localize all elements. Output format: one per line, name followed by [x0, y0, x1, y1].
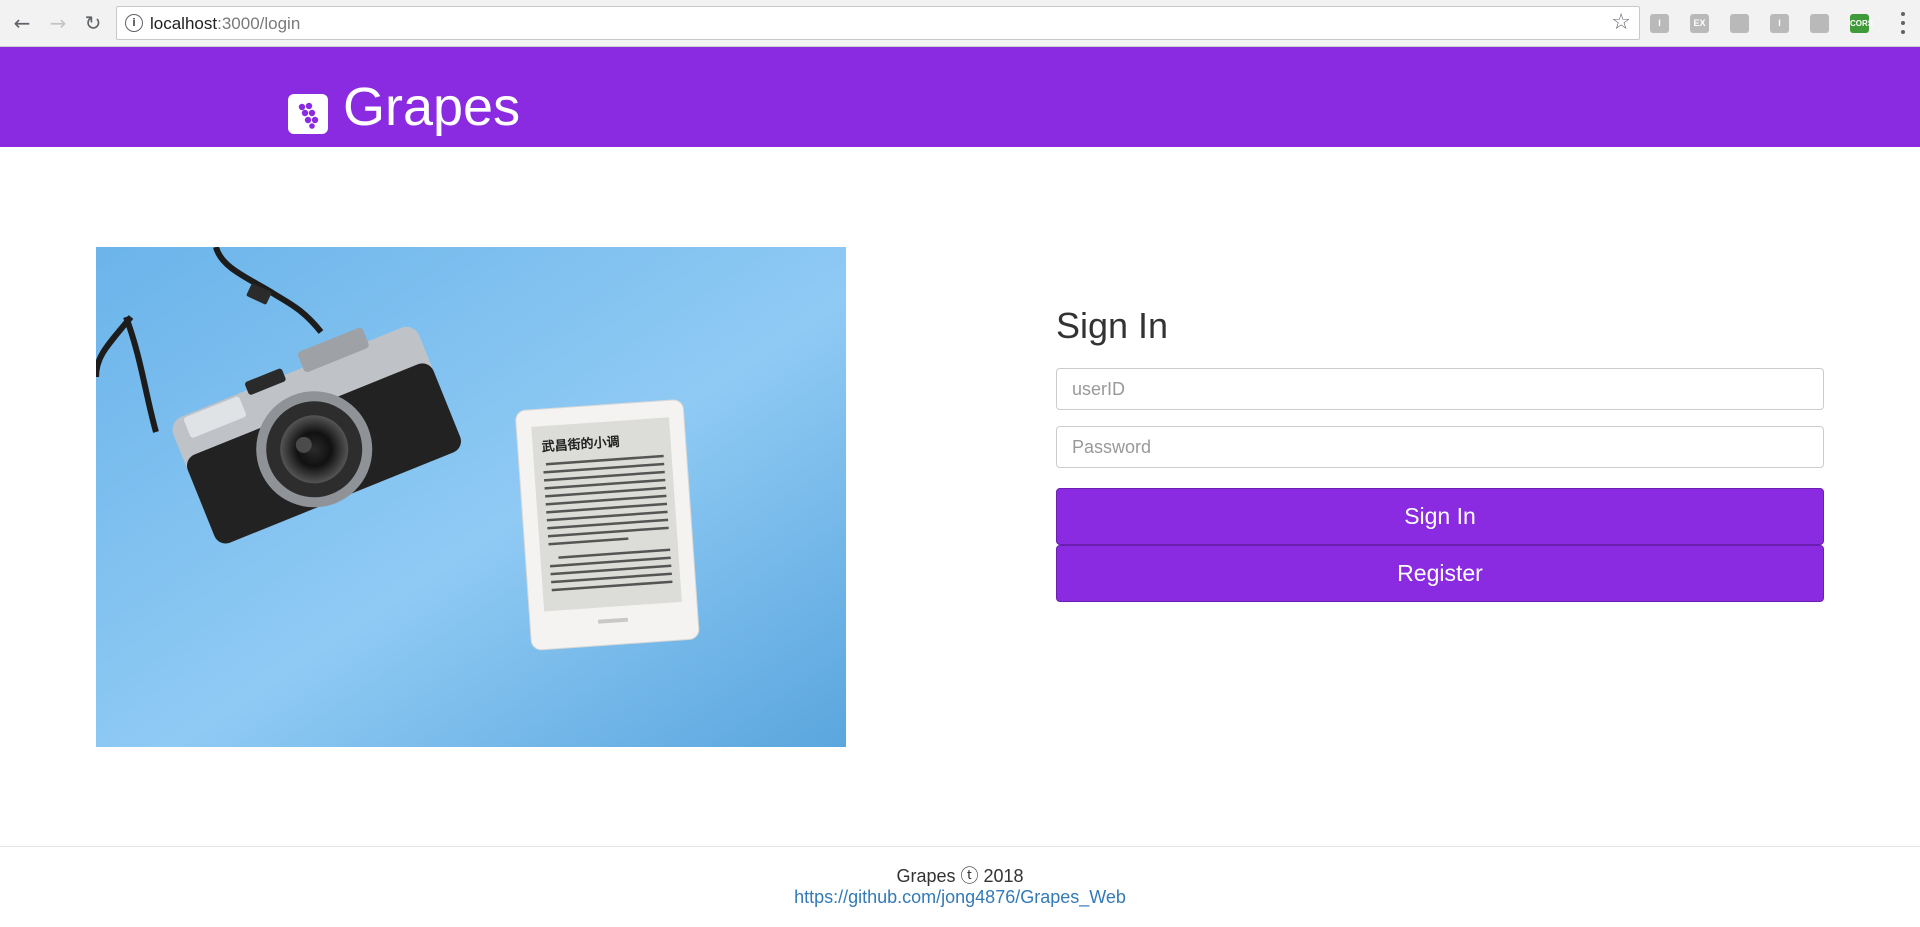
url-host: localhost	[150, 14, 218, 33]
footer-link-wrapper: https://github.com/jong4876/Grapes_Web	[0, 887, 1920, 908]
address-bar[interactable]: i localhost:3000/login ☆	[116, 6, 1640, 40]
signin-title: Sign In	[1056, 305, 1169, 346]
extension-icon-5[interactable]	[1810, 14, 1829, 33]
footer-divider	[0, 846, 1920, 847]
extension-icon-1[interactable]: I	[1650, 14, 1669, 33]
url-path: :3000/login	[217, 14, 301, 33]
signin-form: Sign In Sign In Register	[1056, 300, 1824, 602]
register-button[interactable]: Register	[1056, 545, 1824, 602]
back-arrow-icon[interactable]: ←	[8, 9, 36, 37]
star-icon[interactable]: ☆	[1611, 10, 1631, 35]
grapes-logo-icon[interactable]	[288, 94, 328, 134]
github-link[interactable]: https://github.com/jong4876/Grapes_Web	[794, 887, 1126, 907]
brand-title[interactable]: Grapes	[343, 77, 520, 137]
address-url[interactable]: localhost:3000/login	[150, 14, 300, 34]
forward-arrow-icon[interactable]: →	[44, 9, 72, 37]
userid-input[interactable]	[1056, 368, 1824, 410]
signin-button[interactable]: Sign In	[1056, 488, 1824, 545]
browser-toolbar: ← → ↻ i localhost:3000/login ☆ I EX I CO…	[0, 0, 1920, 47]
extension-icon-4[interactable]: I	[1770, 14, 1789, 33]
menu-dots-icon[interactable]	[1900, 12, 1906, 34]
extension-icon-2[interactable]: EX	[1690, 14, 1709, 33]
reload-icon[interactable]: ↻	[79, 9, 107, 37]
hero-image: 武昌街的小调	[96, 247, 846, 747]
extension-icon-3[interactable]	[1730, 14, 1749, 33]
footer-copyright: Grapes ⓣ 2018	[896, 866, 1024, 886]
site-header: Grapes	[0, 47, 1920, 147]
cors-extension-icon[interactable]: CORS	[1850, 14, 1873, 33]
info-icon[interactable]: i	[125, 14, 143, 32]
password-input[interactable]	[1056, 426, 1824, 468]
